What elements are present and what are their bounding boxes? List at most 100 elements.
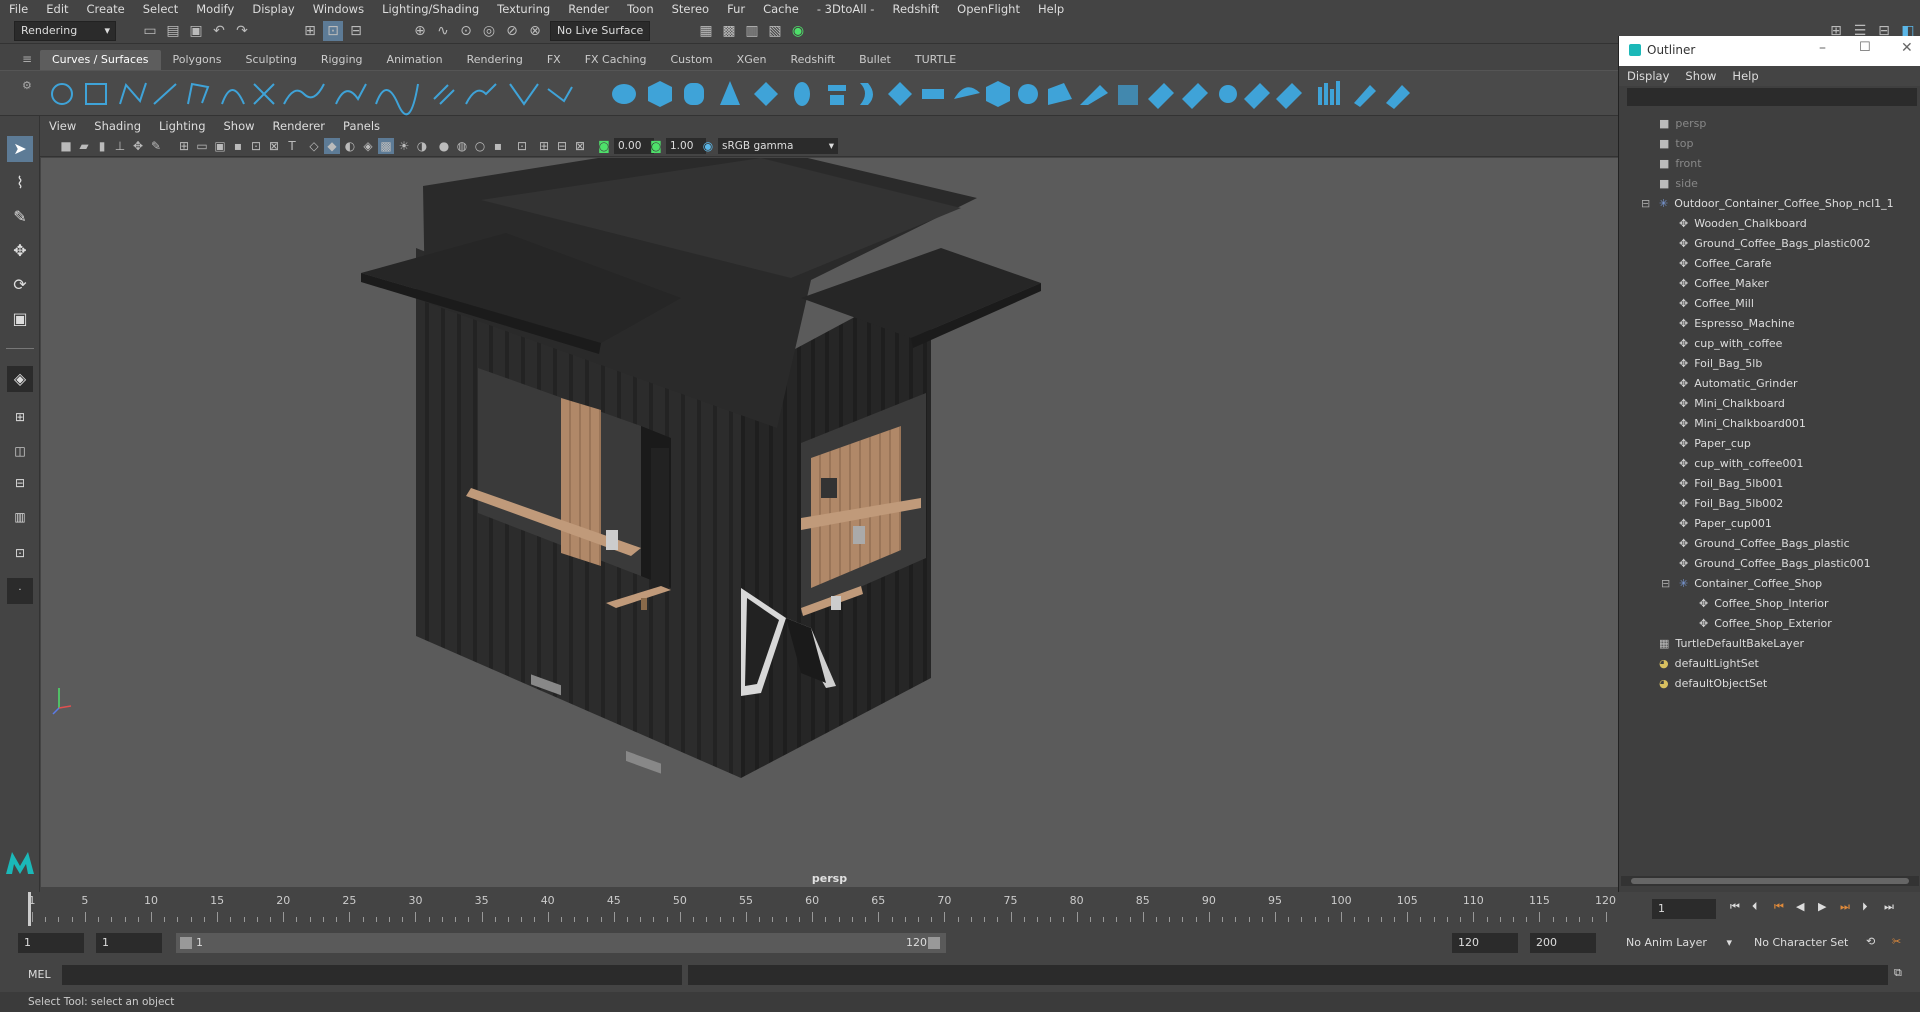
anim-layer-dropdown[interactable]: No Anim Layer ▾ — [1620, 933, 1736, 953]
single-pane-layout-icon[interactable]: ◈ — [7, 366, 33, 392]
grease-pencil-icon[interactable]: ✎ — [148, 138, 164, 154]
snap-curve-icon[interactable]: ∿ — [433, 21, 453, 41]
shelf-tab-animation[interactable]: Animation — [374, 50, 455, 70]
shelf-tab-curves-surfaces[interactable]: Curves / Surfaces — [40, 50, 161, 70]
shelf-tab-rendering[interactable]: Rendering — [454, 50, 535, 70]
viewport-menu-view[interactable]: View — [40, 119, 85, 133]
isolate-select-icon[interactable]: ⊡ — [514, 138, 530, 154]
gamma-icon[interactable]: ◙ — [648, 138, 664, 154]
menu-edit[interactable]: Edit — [37, 2, 77, 16]
menu-display[interactable]: Display — [243, 2, 303, 16]
color-space-dropdown[interactable]: sRGB gamma ▾ — [718, 138, 838, 154]
start-time-field[interactable]: 1 — [18, 933, 84, 953]
script-editor-icon[interactable]: ⧉ — [1894, 966, 1902, 980]
outliner-item[interactable]: ✥ Ground_Coffee_Bags_plastic002 — [1679, 234, 1871, 254]
outliner-item[interactable]: ✥ Espresso_Machine — [1679, 314, 1795, 334]
snap-view-icon[interactable]: ◎ — [479, 21, 499, 41]
film-gate-icon[interactable]: ▭ — [194, 138, 210, 154]
menu-create[interactable]: Create — [78, 2, 134, 16]
auto-key-icon[interactable]: ⟲ — [1866, 935, 1875, 948]
shelf-tab-turtle[interactable]: TURTLE — [902, 50, 969, 70]
viewport-menu-show[interactable]: Show — [215, 119, 264, 133]
xray-icon[interactable]: ◈ — [360, 138, 376, 154]
shelf-tab-redshift[interactable]: Redshift — [778, 50, 848, 70]
range-slider[interactable]: 1 120 — [176, 933, 946, 953]
time-slider[interactable]: 1 5 10 15 20 25 30 35 40 45 50 55 60 65 70 75 80 85 90 95 10… — [0, 892, 1640, 926]
shelf-settings-icon[interactable]: ⚙ — [22, 79, 34, 109]
graph-layout-icon[interactable]: ⊟ — [7, 470, 33, 496]
scale-tool-icon[interactable]: ▣ — [7, 306, 33, 332]
outliner-layout-icon[interactable]: ▥ — [7, 504, 33, 530]
gate-mask-icon[interactable]: ▪ — [230, 138, 246, 154]
outliner-item[interactable]: ■ side — [1659, 174, 1698, 194]
textured-icon[interactable]: ▩ — [378, 138, 394, 154]
outliner-item[interactable]: ⊟ ✳ Container_Coffee_Shop — [1661, 574, 1822, 594]
snap-edge-icon[interactable]: ⊗ — [525, 21, 545, 41]
camera-select-icon[interactable]: ■ — [58, 138, 74, 154]
image-plane-icon[interactable]: ⊥ — [112, 138, 128, 154]
menu-cache[interactable]: Cache — [754, 2, 808, 16]
grid-toggle-icon[interactable]: ⊞ — [176, 138, 192, 154]
render-settings-icon[interactable]: ▧ — [765, 21, 785, 41]
outliner-menu-display[interactable]: Display — [1619, 69, 1677, 83]
snap-point-icon[interactable]: ⊙ — [456, 21, 476, 41]
outliner-item[interactable]: ■ top — [1659, 134, 1693, 154]
outliner-item[interactable]: ✥ Ground_Coffee_Bags_plastic001 — [1679, 554, 1871, 574]
viewport-menu-lighting[interactable]: Lighting — [150, 119, 214, 133]
move-tool-icon[interactable]: ✥ — [7, 238, 33, 264]
2d-pan-icon[interactable]: ✥ — [130, 138, 146, 154]
resolution-gate-icon[interactable]: ▣ — [212, 138, 228, 154]
shelf-menu-icon[interactable]: ≡ — [22, 52, 34, 68]
select-hierarchy-icon[interactable]: ⊞ — [300, 21, 320, 41]
viewport-menu-renderer[interactable]: Renderer — [264, 119, 335, 133]
outliner-item[interactable]: ▦ TurtleDefaultBakeLayer — [1659, 634, 1804, 654]
xray-joints-icon[interactable]: ⊞ — [536, 138, 552, 154]
outliner-item[interactable]: ✥ Paper_cup001 — [1679, 514, 1772, 534]
new-scene-icon[interactable]: ▭ — [140, 21, 160, 41]
character-set-dropdown[interactable]: No Character Set — [1748, 933, 1864, 953]
lasso-tool-icon[interactable]: ⌇ — [7, 170, 33, 196]
render-current-icon[interactable]: ▩ — [719, 21, 739, 41]
outliner-item[interactable]: ◕ defaultLightSet — [1659, 654, 1759, 674]
live-surface-field[interactable]: No Live Surface — [550, 21, 650, 41]
outliner-item[interactable]: ✥ Wooden_Chalkboard — [1679, 214, 1807, 234]
shelf-tab-rigging[interactable]: Rigging — [308, 50, 375, 70]
outliner-item[interactable]: ✥ Ground_Coffee_Bags_plastic — [1679, 534, 1850, 554]
close-icon[interactable]: ✕ — [1901, 40, 1913, 56]
outliner-item[interactable]: ✥ Coffee_Mill — [1679, 294, 1754, 314]
end-time-field[interactable]: 200 — [1530, 933, 1596, 953]
select-objects-icon[interactable]: ⊡ — [323, 21, 343, 41]
go-to-end-icon[interactable]: ⏭ — [1884, 900, 1894, 914]
outliner-item[interactable]: ✥ Mini_Chalkboard — [1679, 394, 1785, 414]
shelf-tab-sculpting[interactable]: Sculpting — [233, 50, 309, 70]
menu-texturing[interactable]: Texturing — [488, 2, 559, 16]
frame-all-icon[interactable]: ⊠ — [572, 138, 588, 154]
menu-help[interactable]: Help — [1029, 2, 1073, 16]
outliner-item[interactable]: ✥ Coffee_Maker — [1679, 274, 1769, 294]
range-end-handle[interactable] — [928, 937, 940, 949]
smooth-shade-icon[interactable]: ◆ — [324, 138, 340, 154]
outliner-menu-help[interactable]: Help — [1724, 69, 1766, 83]
outliner-item[interactable]: ✥ cup_with_coffee001 — [1679, 454, 1803, 474]
outliner-item[interactable]: ✥ Coffee_Carafe — [1679, 254, 1772, 274]
ambient-occlusion-icon[interactable]: ● — [436, 138, 452, 154]
collapse-icon[interactable]: ⊟ — [1661, 574, 1670, 594]
viewport-persp[interactable]: persp — [41, 158, 1618, 887]
select-tool-icon[interactable]: ➤ — [7, 136, 33, 162]
menu-windows[interactable]: Windows — [304, 2, 373, 16]
four-pane-layout-icon[interactable]: ⊞ — [7, 404, 33, 430]
bookmark-icon[interactable]: ▮ — [94, 138, 110, 154]
playback-end-field[interactable]: 120 — [1452, 933, 1518, 953]
menu-file[interactable]: File — [0, 2, 37, 16]
command-language-label[interactable]: MEL — [28, 968, 51, 981]
select-components-icon[interactable]: ⊟ — [346, 21, 366, 41]
outliner-item[interactable]: ⊟ ✳ Outdoor_Container_Coffee_Shop_ncl1_1 — [1641, 194, 1894, 214]
time-ruler[interactable]: 1 5 10 15 20 25 30 35 40 45 50 55 60 65 70 75 80 85 90 95 10… — [28, 892, 1628, 926]
save-scene-icon[interactable]: ▣ — [186, 21, 206, 41]
paint-select-icon[interactable]: ✎ — [7, 204, 33, 230]
step-forward-key-icon[interactable]: ⏭ — [1840, 900, 1850, 914]
safe-action-icon[interactable]: ⊠ — [266, 138, 282, 154]
ipr-render-icon[interactable]: ▥ — [742, 21, 762, 41]
outliner-item[interactable]: ✥ Automatic_Grinder — [1679, 374, 1797, 394]
more-layouts-icon[interactable]: · — [7, 578, 33, 604]
